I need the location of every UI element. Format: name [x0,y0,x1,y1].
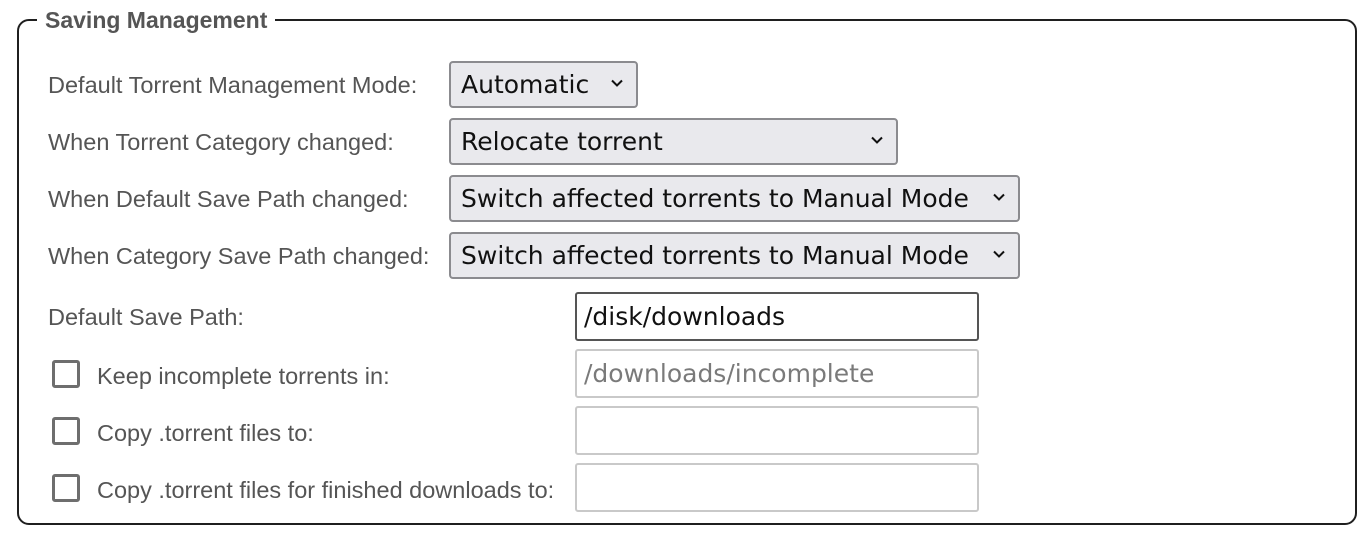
category-changed-label: When Torrent Category changed: [48,129,394,155]
default-path-changed-value: Switch affected torrents to Manual Mode [461,184,969,213]
default-path-changed-select[interactable]: Switch affected torrents to Manual Mode [449,175,1020,222]
keep-incomplete-input[interactable]: /downloads/incomplete [575,349,979,398]
copy-torrent-finished-input[interactable] [575,463,979,512]
default-save-path-label: Default Save Path: [48,304,244,330]
keep-incomplete-label: Keep incomplete torrents in: [97,363,390,389]
copy-torrent-label: Copy .torrent files to: [97,420,314,446]
default-save-path-input[interactable]: /disk/downloads [575,292,979,341]
copy-torrent-input[interactable] [575,406,979,455]
default-path-changed-label: When Default Save Path changed: [48,186,409,212]
chevron-down-icon [871,136,883,144]
chevron-down-icon [993,250,1005,258]
chevron-down-icon [611,79,623,87]
category-path-changed-value: Switch affected torrents to Manual Mode [461,241,969,270]
management-mode-value: Automatic [461,70,590,99]
management-mode-select[interactable]: Automatic [449,61,638,108]
copy-torrent-finished-label: Copy .torrent files for finished downloa… [97,477,555,503]
section-title: Saving Management [37,6,276,34]
management-mode-label: Default Torrent Management Mode: [48,72,418,98]
chevron-down-icon [993,193,1005,201]
category-changed-value: Relocate torrent [461,127,663,156]
category-path-changed-select[interactable]: Switch affected torrents to Manual Mode [449,232,1020,279]
keep-incomplete-checkbox[interactable] [52,360,80,388]
copy-torrent-finished-checkbox[interactable] [52,474,80,502]
category-path-changed-label: When Category Save Path changed: [48,243,430,269]
category-changed-select[interactable]: Relocate torrent [449,118,898,165]
copy-torrent-checkbox[interactable] [52,417,80,445]
